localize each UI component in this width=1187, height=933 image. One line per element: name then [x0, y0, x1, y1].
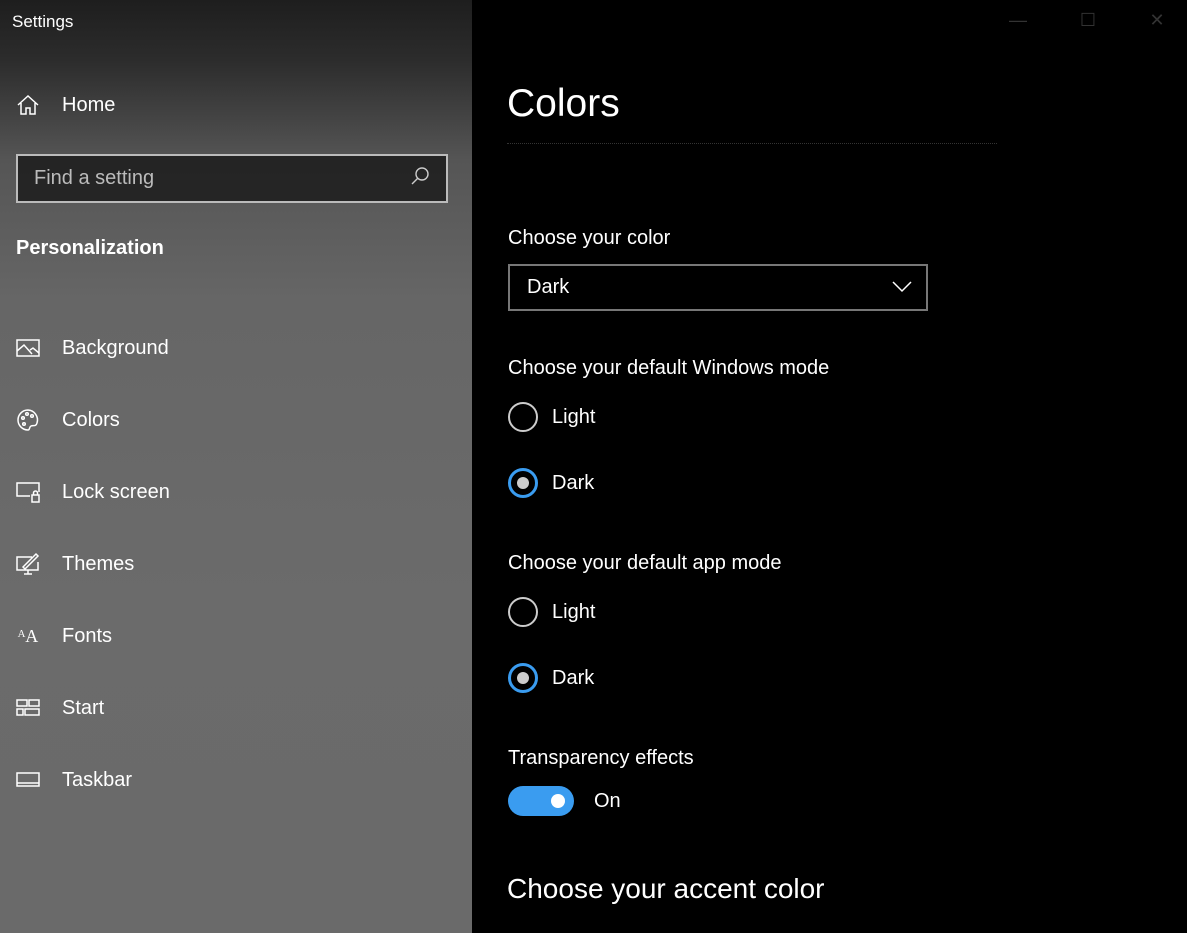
sidebar-item-label: Fonts — [62, 624, 113, 647]
choose-color-dropdown[interactable]: Dark — [508, 264, 928, 311]
maximize-icon[interactable]: ☐ — [1075, 10, 1101, 36]
main-content: — ☐ ✕ Colors Choose your color Dark Choo… — [472, 0, 1187, 933]
sidebar-item-label: Lock screen — [62, 480, 170, 503]
sidebar-item-background[interactable]: Background — [16, 312, 170, 384]
chevron-down-icon — [892, 276, 912, 299]
sidebar-item-label: Background — [62, 336, 169, 359]
toggle-state: On — [594, 789, 621, 812]
sidebar-item-label: Colors — [62, 408, 120, 431]
transparency-label: Transparency effects — [508, 747, 694, 769]
fonts-icon: ᴬA — [17, 625, 39, 646]
image-icon — [16, 336, 40, 360]
app-mode-label: Choose your default app mode — [508, 552, 782, 574]
home-icon — [16, 93, 40, 117]
transparency-toggle[interactable]: On — [508, 786, 621, 816]
accent-heading: Choose your accent color — [507, 873, 825, 904]
windows-mode-light-radio[interactable]: Light — [508, 402, 595, 432]
section-heading: Personalization — [16, 237, 164, 259]
taskbar-icon — [16, 768, 40, 792]
windows-mode-dark-radio[interactable]: Dark — [508, 468, 594, 498]
radio-circle — [508, 663, 538, 693]
sidebar-item-taskbar[interactable]: Taskbar — [16, 744, 170, 816]
radio-label: Light — [552, 405, 596, 428]
lock-screen-icon — [16, 480, 40, 504]
page-title: Colors — [507, 82, 620, 125]
search-input[interactable] — [34, 167, 394, 190]
sidebar-nav: Background Colors Lock screen Themes ᴬA F… — [16, 312, 170, 816]
search-box[interactable] — [16, 154, 448, 203]
app-mode-dark-radio[interactable]: Dark — [508, 663, 594, 693]
sidebar: Settings Home Personalization Background… — [0, 0, 472, 933]
start-icon — [16, 696, 40, 720]
choose-color-label: Choose your color — [508, 227, 671, 249]
minimize-icon[interactable]: — — [1005, 10, 1031, 36]
sidebar-item-fonts[interactable]: ᴬA Fonts — [16, 600, 170, 672]
windows-mode-label: Choose your default Windows mode — [508, 357, 830, 379]
sidebar-item-colors[interactable]: Colors — [16, 384, 170, 456]
divider — [507, 143, 997, 144]
radio-circle — [508, 468, 538, 498]
sidebar-home[interactable]: Home — [16, 93, 115, 117]
toggle-switch[interactable] — [508, 786, 574, 816]
sidebar-item-lock-screen[interactable]: Lock screen — [16, 456, 170, 528]
sidebar-item-start[interactable]: Start — [16, 672, 170, 744]
themes-icon — [16, 552, 40, 576]
close-icon[interactable]: ✕ — [1144, 10, 1170, 36]
app-title: Settings — [12, 12, 74, 31]
dropdown-value: Dark — [527, 276, 570, 298]
radio-label: Dark — [552, 666, 595, 689]
sidebar-item-label: Taskbar — [62, 768, 133, 791]
home-label: Home — [62, 93, 116, 116]
search-icon[interactable] — [410, 166, 430, 191]
sidebar-item-label: Start — [62, 696, 105, 719]
app-mode-light-radio[interactable]: Light — [508, 597, 595, 627]
radio-label: Dark — [552, 471, 595, 494]
sidebar-item-label: Themes — [62, 552, 135, 575]
radio-circle — [508, 597, 538, 627]
palette-icon — [16, 408, 40, 432]
sidebar-item-themes[interactable]: Themes — [16, 528, 170, 600]
radio-circle — [508, 402, 538, 432]
radio-label: Light — [552, 600, 596, 623]
